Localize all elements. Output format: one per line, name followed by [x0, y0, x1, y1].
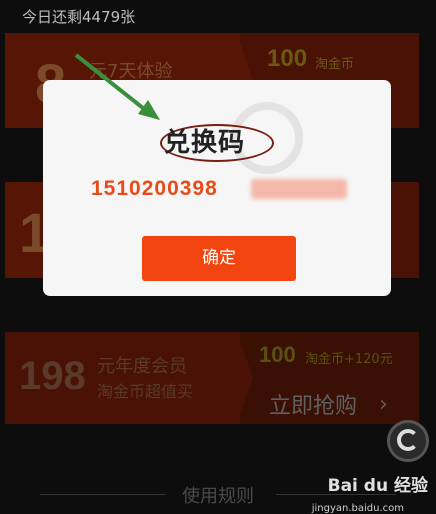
annotation-arrow-icon [74, 53, 160, 120]
screen: 今日还剩4479张 8 元7天体验 100 淘金币 1 198 元年度会员 淘金… [0, 0, 436, 514]
